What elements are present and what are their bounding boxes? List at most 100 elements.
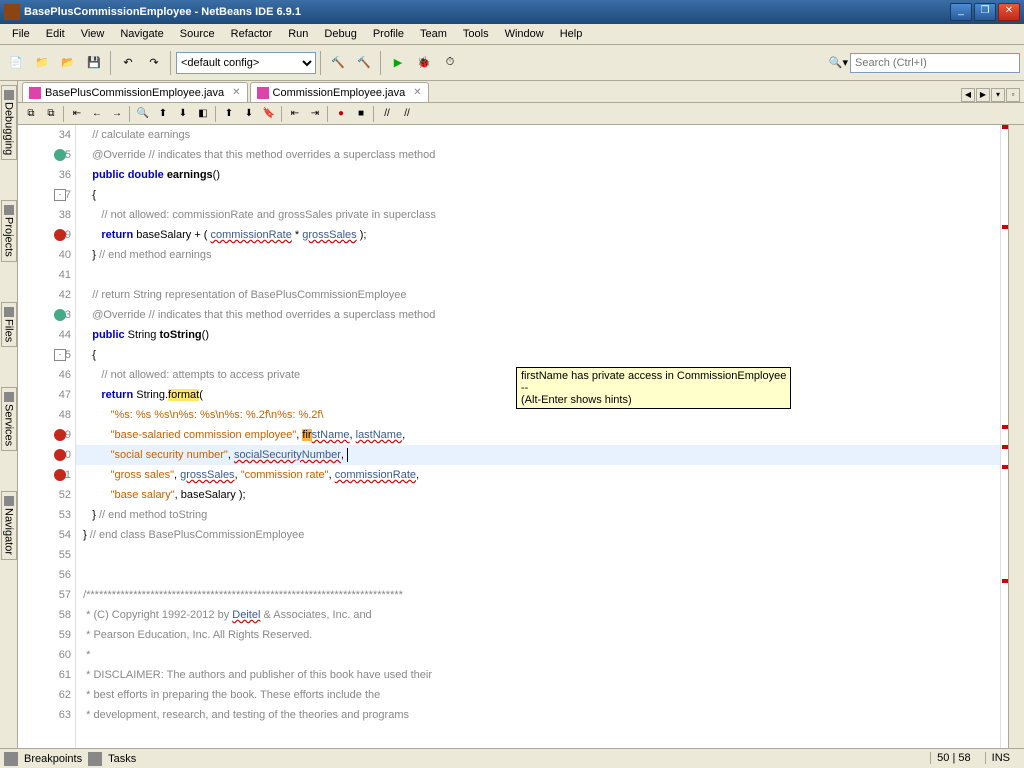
scroll-right-button[interactable]: ▶	[976, 88, 990, 102]
menu-window[interactable]: Window	[497, 26, 552, 42]
gutter-line[interactable]: 61	[18, 665, 75, 685]
sidebar-tab-navigator[interactable]: Navigator	[1, 491, 17, 560]
open-button[interactable]: 📂	[56, 51, 80, 75]
error-icon[interactable]	[54, 429, 66, 441]
menu-edit[interactable]: Edit	[38, 26, 73, 42]
line-gutter[interactable]: 34353637-3839404142434445-46474849505152…	[18, 125, 76, 748]
code-line[interactable]: * (C) Copyright 1992-2012 by Deitel & As…	[76, 605, 1000, 625]
fold-icon[interactable]: -	[54, 349, 66, 361]
gutter-line[interactable]: 60	[18, 645, 75, 665]
tasks-tab[interactable]: Tasks	[108, 753, 136, 765]
code-line[interactable]: *	[76, 645, 1000, 665]
menu-source[interactable]: Source	[172, 26, 223, 42]
clean-build-button[interactable]: 🔨	[352, 51, 376, 75]
sidebar-tab-services[interactable]: Services	[1, 387, 17, 451]
code-line[interactable]	[76, 565, 1000, 585]
code-line[interactable]: * DISCLAIMER: The authors and publisher …	[76, 665, 1000, 685]
search-input[interactable]	[850, 53, 1020, 73]
code-line[interactable]: /***************************************…	[76, 585, 1000, 605]
tab-list-button[interactable]: ▾	[991, 88, 1005, 102]
code-line[interactable]: public double earnings()	[76, 165, 1000, 185]
config-select[interactable]: <default config>	[176, 52, 316, 74]
uncomment-button[interactable]: //	[398, 105, 416, 123]
gutter-line[interactable]: 41	[18, 265, 75, 285]
gutter-line[interactable]: 40	[18, 245, 75, 265]
tab-baseplus[interactable]: BasePlusCommissionEmployee.java ✕	[22, 82, 248, 102]
scroll-left-button[interactable]: ◀	[961, 88, 975, 102]
gutter-line[interactable]: 51	[18, 465, 75, 485]
profile-button[interactable]: ⏱	[438, 51, 462, 75]
gutter-line[interactable]: 39	[18, 225, 75, 245]
toggle-highlight-button[interactable]: ◧	[194, 105, 212, 123]
sidebar-tab-projects[interactable]: Projects	[1, 200, 17, 262]
gutter-line[interactable]: 44	[18, 325, 75, 345]
menu-file[interactable]: File	[4, 26, 38, 42]
history-button[interactable]: ⧉	[42, 105, 60, 123]
new-file-button[interactable]: 📄	[4, 51, 28, 75]
code-line[interactable]: "gross sales", grossSales, "commission r…	[76, 465, 1000, 485]
code-line[interactable]: return baseSalary + ( commissionRate * g…	[76, 225, 1000, 245]
code-line[interactable]: } // end class BasePlusCommissionEmploye…	[76, 525, 1000, 545]
toggle-bookmark-button[interactable]: 🔖	[260, 105, 278, 123]
error-icon[interactable]	[54, 469, 66, 481]
new-project-button[interactable]: 📁	[30, 51, 54, 75]
close-tab-icon[interactable]: ✕	[232, 87, 240, 98]
fold-icon[interactable]: -	[54, 189, 66, 201]
gutter-line[interactable]: 54	[18, 525, 75, 545]
code-line[interactable]: {	[76, 185, 1000, 205]
gutter-line[interactable]: 48	[18, 405, 75, 425]
gutter-line[interactable]: 56	[18, 565, 75, 585]
code-line[interactable]: * development, research, and testing of …	[76, 705, 1000, 725]
macro-stop-button[interactable]: ■	[352, 105, 370, 123]
forward-button[interactable]: →	[108, 105, 126, 123]
gutter-line[interactable]: 62	[18, 685, 75, 705]
redo-button[interactable]: ↷	[142, 51, 166, 75]
restore-button[interactable]: ❐	[974, 3, 996, 21]
tab-commission[interactable]: CommissionEmployee.java ✕	[250, 82, 429, 102]
menu-view[interactable]: View	[73, 26, 113, 42]
code-line[interactable]: public String toString()	[76, 325, 1000, 345]
build-button[interactable]: 🔨	[326, 51, 350, 75]
code-line[interactable]: // not allowed: commissionRate and gross…	[76, 205, 1000, 225]
error-icon[interactable]	[54, 229, 66, 241]
find-prev-button[interactable]: ⬆	[154, 105, 172, 123]
back-button[interactable]: ←	[88, 105, 106, 123]
code-line[interactable]: } // end method toString	[76, 505, 1000, 525]
save-button[interactable]: 💾	[82, 51, 106, 75]
code-line[interactable]: * Pearson Education, Inc. All Rights Res…	[76, 625, 1000, 645]
override-icon[interactable]	[54, 149, 66, 161]
code-line[interactable]: {	[76, 345, 1000, 365]
gutter-line[interactable]: 37-	[18, 185, 75, 205]
gutter-line[interactable]: 35	[18, 145, 75, 165]
gutter-line[interactable]: 49	[18, 425, 75, 445]
code-line[interactable]: @Override // indicates that this method …	[76, 145, 1000, 165]
code-line[interactable]	[76, 265, 1000, 285]
code-line[interactable]	[76, 545, 1000, 565]
run-button[interactable]: ▶	[386, 51, 410, 75]
vertical-scrollbar[interactable]	[1008, 125, 1024, 748]
menu-profile[interactable]: Profile	[365, 26, 412, 42]
menu-help[interactable]: Help	[552, 26, 591, 42]
next-bookmark-button[interactable]: ⬇	[240, 105, 258, 123]
menu-navigate[interactable]: Navigate	[112, 26, 171, 42]
code-line[interactable]: @Override // indicates that this method …	[76, 305, 1000, 325]
code-line[interactable]: "social security number", socialSecurity…	[76, 445, 1000, 465]
shift-right-button[interactable]: ⇥	[306, 105, 324, 123]
sidebar-tab-debugging[interactable]: Debugging	[1, 85, 17, 160]
code-line[interactable]: } // end method earnings	[76, 245, 1000, 265]
find-next-button[interactable]: ⬇	[174, 105, 192, 123]
gutter-line[interactable]: 36	[18, 165, 75, 185]
gutter-line[interactable]: 58	[18, 605, 75, 625]
sidebar-tab-files[interactable]: Files	[1, 302, 17, 347]
comment-button[interactable]: //	[378, 105, 396, 123]
prev-bookmark-button[interactable]: ⬆	[220, 105, 238, 123]
code-line[interactable]: * best efforts in preparing the book. Th…	[76, 685, 1000, 705]
shift-left-button[interactable]: ⇤	[286, 105, 304, 123]
close-tab-icon[interactable]: ✕	[413, 87, 421, 98]
gutter-line[interactable]: 47	[18, 385, 75, 405]
debug-button[interactable]: 🐞	[412, 51, 436, 75]
menu-tools[interactable]: Tools	[455, 26, 497, 42]
gutter-line[interactable]: 57	[18, 585, 75, 605]
code-line[interactable]: "base salary", baseSalary );	[76, 485, 1000, 505]
undo-button[interactable]: ↶	[116, 51, 140, 75]
